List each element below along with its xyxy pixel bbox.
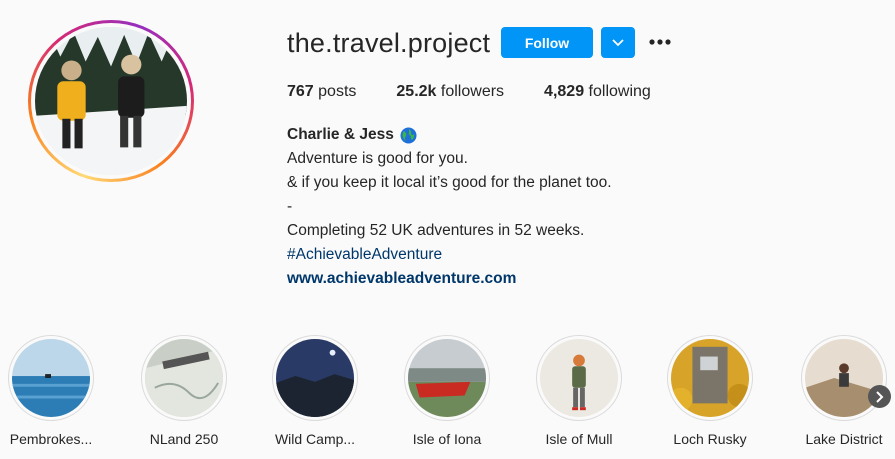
website-link[interactable]: www.achievableadventure.com bbox=[287, 267, 612, 291]
highlight-ring bbox=[141, 335, 227, 421]
highlight-ring bbox=[404, 335, 490, 421]
highlight-label: Lake District bbox=[805, 431, 883, 447]
sea-thumbnail bbox=[12, 339, 90, 417]
bio-line: & if you keep it local it’s good for the… bbox=[287, 174, 612, 191]
highlight-item[interactable]: Wild Camp... bbox=[255, 335, 375, 447]
bio-line: Completing 52 UK adventures in 52 weeks. bbox=[287, 222, 585, 239]
highlight-ring bbox=[536, 335, 622, 421]
bio-hashtag-link[interactable]: #AchievableAdventure bbox=[287, 243, 612, 267]
profile-username: the.travel.project bbox=[287, 28, 491, 58]
chevron-down-icon bbox=[612, 38, 624, 46]
highlight-item[interactable]: NLand 250 bbox=[124, 335, 244, 447]
highlight-label: Pembrokes... bbox=[9, 431, 93, 447]
highlight-label: Wild Camp... bbox=[274, 431, 356, 447]
highlight-thumbnail bbox=[671, 339, 749, 417]
following-stat[interactable]: 4,829 following bbox=[544, 83, 651, 101]
bio-line: - bbox=[287, 198, 293, 215]
highlight-thumbnail bbox=[276, 339, 354, 417]
profile-stats: 767 posts 25.2k followers 4,829 followin… bbox=[287, 83, 691, 101]
profile-avatar[interactable] bbox=[28, 20, 194, 182]
highlight-item[interactable]: Isle of Mull bbox=[519, 335, 639, 447]
posts-count: 767 bbox=[287, 83, 314, 100]
highlight-ring bbox=[801, 335, 887, 421]
posts-stat: 767 posts bbox=[287, 83, 356, 101]
bio-name-row: Charlie & Jess bbox=[287, 123, 612, 147]
bio-name: Charlie & Jess bbox=[287, 126, 394, 143]
night-camp-thumbnail bbox=[276, 339, 354, 417]
highlight-label: Isle of Iona bbox=[412, 431, 482, 447]
map-thumbnail bbox=[145, 339, 223, 417]
posts-label: posts bbox=[318, 83, 357, 100]
bio-line: Adventure is good for you. bbox=[287, 150, 468, 167]
options-button[interactable] bbox=[647, 30, 673, 54]
following-label: following bbox=[588, 83, 651, 100]
beach-person-thumbnail bbox=[540, 339, 618, 417]
boat-thumbnail bbox=[408, 339, 486, 417]
suggested-accounts-button[interactable] bbox=[601, 27, 635, 58]
profile-bio: Charlie & Jess Adventure is good for you… bbox=[287, 123, 612, 291]
highlight-thumbnail bbox=[145, 339, 223, 417]
highlight-thumbnail bbox=[12, 339, 90, 417]
highlight-ring bbox=[272, 335, 358, 421]
avatar-border bbox=[31, 23, 191, 179]
highlight-item[interactable]: Pembrokes... bbox=[0, 335, 111, 447]
highlight-label: Isle of Mull bbox=[545, 431, 613, 447]
followers-count: 25.2k bbox=[396, 83, 437, 100]
highlight-thumbnail bbox=[540, 339, 618, 417]
highlights-next-button[interactable] bbox=[868, 385, 891, 408]
cabin-thumbnail bbox=[671, 339, 749, 417]
globe-icon bbox=[400, 127, 417, 143]
avatar-illustration bbox=[35, 27, 187, 175]
following-count: 4,829 bbox=[544, 83, 585, 100]
highlight-label: Loch Rusky bbox=[673, 431, 747, 447]
followers-stat[interactable]: 25.2k followers bbox=[396, 83, 504, 101]
highlight-thumbnail bbox=[408, 339, 486, 417]
more-options-icon bbox=[649, 39, 671, 45]
avatar-photo bbox=[35, 27, 187, 175]
follow-button[interactable]: Follow bbox=[501, 27, 593, 58]
highlight-item[interactable]: Loch Rusky bbox=[650, 335, 770, 447]
followers-label: followers bbox=[440, 83, 505, 100]
highlight-label: NLand 250 bbox=[149, 431, 219, 447]
story-highlights: Pembrokes... NLand 250 Wild Camp... Isle… bbox=[0, 335, 895, 459]
highlight-item[interactable]: Isle of Iona bbox=[387, 335, 507, 447]
highlight-ring bbox=[8, 335, 94, 421]
highlight-ring bbox=[667, 335, 753, 421]
chevron-right-icon bbox=[875, 390, 883, 403]
